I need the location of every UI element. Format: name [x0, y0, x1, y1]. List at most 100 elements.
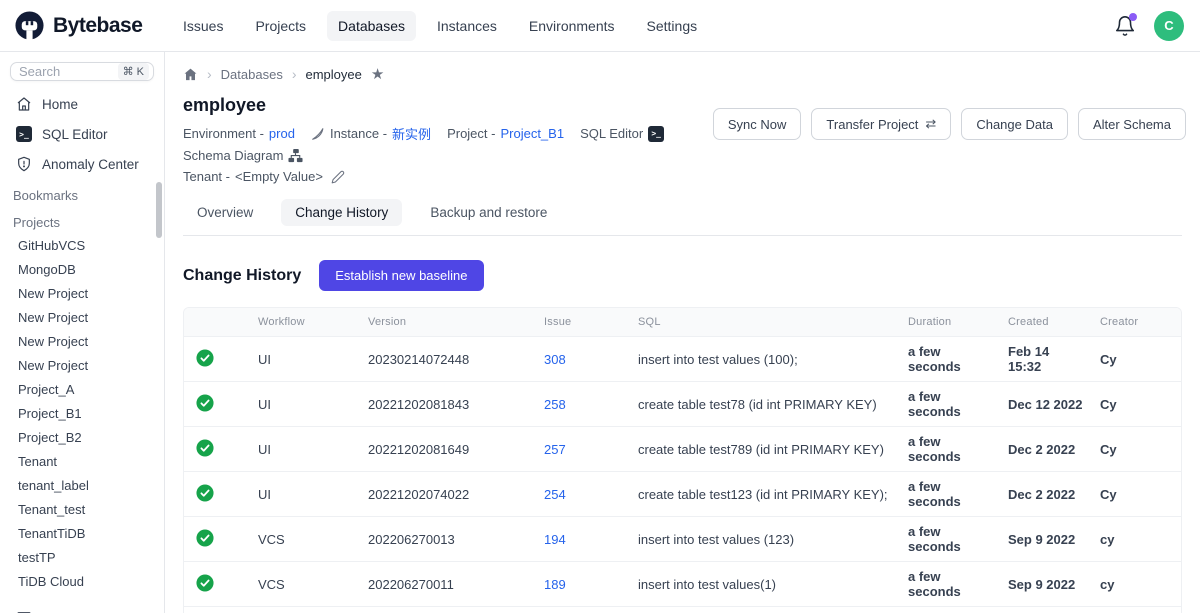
transfer-arrows-icon: ⇄ — [925, 116, 936, 132]
breadcrumb-home-icon[interactable] — [183, 67, 198, 82]
edit-pencil-icon[interactable] — [331, 170, 345, 184]
engine-icon — [311, 127, 325, 141]
table-row[interactable]: VCS202206270010188insert into test value… — [184, 606, 1181, 613]
cell-created: Sep 9 2022 — [1000, 516, 1092, 561]
tab-overview[interactable]: Overview — [183, 199, 267, 226]
sidebar-project-new-project[interactable]: New Project — [0, 281, 164, 305]
terminal-icon: >_ — [648, 126, 664, 142]
table-row[interactable]: VCS202206270011189insert into test value… — [184, 561, 1181, 606]
cell-created: Dec 2 2022 — [1000, 471, 1092, 516]
cell-issue: 254 — [536, 471, 630, 516]
status-done-icon — [196, 574, 214, 592]
column-header-status — [184, 308, 250, 336]
cell-sql: insert into test values (123) — [630, 516, 900, 561]
sidebar-project-project-a[interactable]: Project_A — [0, 377, 164, 401]
issue-link[interactable]: 258 — [544, 397, 566, 412]
cell-duration: a few seconds — [900, 381, 1000, 426]
sidebar-project-testtp[interactable]: testTP — [0, 545, 164, 569]
table-row[interactable]: UI20230214072448308insert into test valu… — [184, 336, 1181, 381]
transfer-project-button[interactable]: Transfer Project⇄ — [811, 108, 951, 140]
environment-link[interactable]: prod — [269, 126, 295, 141]
alter-schema-button[interactable]: Alter Schema — [1078, 108, 1186, 140]
tenant-meta-row: Tenant - <Empty Value> — [183, 169, 773, 184]
table-row[interactable]: UI20221202081649257create table test789 … — [184, 426, 1181, 471]
sidebar-section-projects[interactable]: Projects — [0, 206, 164, 233]
top-nav-issues[interactable]: Issues — [172, 11, 234, 41]
cell-issue: 258 — [536, 381, 630, 426]
issue-link[interactable]: 308 — [544, 352, 566, 367]
cell-version: 202206270011 — [360, 561, 536, 606]
change-data-button[interactable]: Change Data — [961, 108, 1068, 140]
status-done-icon — [196, 439, 214, 457]
sql-editor-shortcut[interactable]: SQL Editor >_ — [580, 126, 664, 142]
cell-sql: create table test789 (id int PRIMARY KEY… — [630, 426, 900, 471]
bytebase-logo[interactable]: Bytebase — [14, 10, 172, 41]
environment-meta: Environment - prod — [183, 126, 295, 141]
cell-workflow: VCS — [250, 606, 360, 613]
sidebar-section-bookmarks[interactable]: Bookmarks — [0, 179, 164, 206]
cell-workflow: VCS — [250, 516, 360, 561]
table-row[interactable]: VCS202206270013194insert into test value… — [184, 516, 1181, 561]
column-header-sql: SQL — [630, 308, 900, 336]
establish-baseline-button[interactable]: Establish new baseline — [319, 260, 483, 291]
top-nav-environments[interactable]: Environments — [518, 11, 626, 41]
user-avatar[interactable]: C — [1154, 11, 1184, 41]
cell-version: 20230214072448 — [360, 336, 536, 381]
cell-created: Feb 14 15:32 — [1000, 336, 1092, 381]
project-link[interactable]: Project_B1 — [500, 126, 564, 141]
sidebar-project-tenanttidb[interactable]: TenantTiDB — [0, 521, 164, 545]
notifications-bell-icon[interactable] — [1114, 15, 1136, 37]
cell-duration: a few seconds — [900, 516, 1000, 561]
instance-link[interactable]: 新实例 — [392, 124, 431, 143]
top-nav-instances[interactable]: Instances — [426, 11, 508, 41]
tab-backup-and-restore[interactable]: Backup and restore — [416, 199, 561, 226]
breadcrumb-employee[interactable]: employee — [306, 67, 362, 82]
sidebar-project-tidb-cloud[interactable]: TiDB Cloud — [0, 569, 164, 593]
cell-duration: a few seconds — [900, 606, 1000, 613]
issue-link[interactable]: 189 — [544, 577, 566, 592]
sidebar-scrollbar[interactable] — [156, 182, 162, 238]
table-row[interactable]: UI20221202074022254create table test123 … — [184, 471, 1181, 516]
sidebar-project-new-project[interactable]: New Project — [0, 305, 164, 329]
sidebar-item-sql-editor[interactable]: >_ SQL Editor — [0, 119, 164, 149]
top-nav-settings[interactable]: Settings — [636, 11, 709, 41]
top-nav-databases[interactable]: Databases — [327, 11, 416, 41]
issue-link[interactable]: 254 — [544, 487, 566, 502]
search-input[interactable] — [19, 64, 118, 79]
sidebar-item-archive[interactable]: Archive — [0, 603, 164, 613]
cell-sql: create table test123 (id int PRIMARY KEY… — [630, 471, 900, 516]
tab-change-history[interactable]: Change History — [281, 199, 402, 226]
sidebar-project-tenant-test[interactable]: Tenant_test — [0, 497, 164, 521]
schema-diagram-shortcut[interactable]: Schema Diagram — [183, 148, 303, 163]
issue-link[interactable]: 257 — [544, 442, 566, 457]
sidebar-project-project-b1[interactable]: Project_B1 — [0, 401, 164, 425]
bookmark-star-icon[interactable]: ★ — [371, 67, 384, 82]
issue-link[interactable]: 194 — [544, 532, 566, 547]
sidebar-project-githubvcs[interactable]: GitHubVCS — [0, 233, 164, 257]
cell-created: Sep 9 2022 — [1000, 561, 1092, 606]
sidebar-project-new-project[interactable]: New Project — [0, 329, 164, 353]
sidebar-project-tenant[interactable]: Tenant — [0, 449, 164, 473]
cell-status — [184, 516, 250, 561]
sidebar-project-mongodb[interactable]: MongoDB — [0, 257, 164, 281]
sidebar-project-project-b2[interactable]: Project_B2 — [0, 425, 164, 449]
sidebar: ⌘ K Home >_ SQL Editor Anomaly Center — [0, 52, 165, 613]
cell-sql: create table test78 (id int PRIMARY KEY) — [630, 381, 900, 426]
sidebar-item-label: Home — [42, 97, 78, 112]
search-box[interactable]: ⌘ K — [10, 62, 154, 81]
sidebar-project-tenant-label[interactable]: tenant_label — [0, 473, 164, 497]
sidebar-item-label: SQL Editor — [42, 127, 108, 142]
change-history-section-header: Change History Establish new baseline — [183, 260, 1182, 291]
breadcrumb-databases[interactable]: Databases — [221, 67, 283, 82]
shield-icon — [16, 156, 32, 172]
cell-issue: 308 — [536, 336, 630, 381]
top-nav-projects[interactable]: Projects — [244, 11, 317, 41]
schema-diagram-icon — [288, 148, 303, 163]
sync-now-button[interactable]: Sync Now — [713, 108, 802, 140]
cell-status — [184, 426, 250, 471]
sidebar-item-anomaly-center[interactable]: Anomaly Center — [0, 149, 164, 179]
table-row[interactable]: UI20221202081843258create table test78 (… — [184, 381, 1181, 426]
cell-creator: Cy — [1092, 471, 1181, 516]
sidebar-project-new-project[interactable]: New Project — [0, 353, 164, 377]
sidebar-item-home[interactable]: Home — [0, 89, 164, 119]
